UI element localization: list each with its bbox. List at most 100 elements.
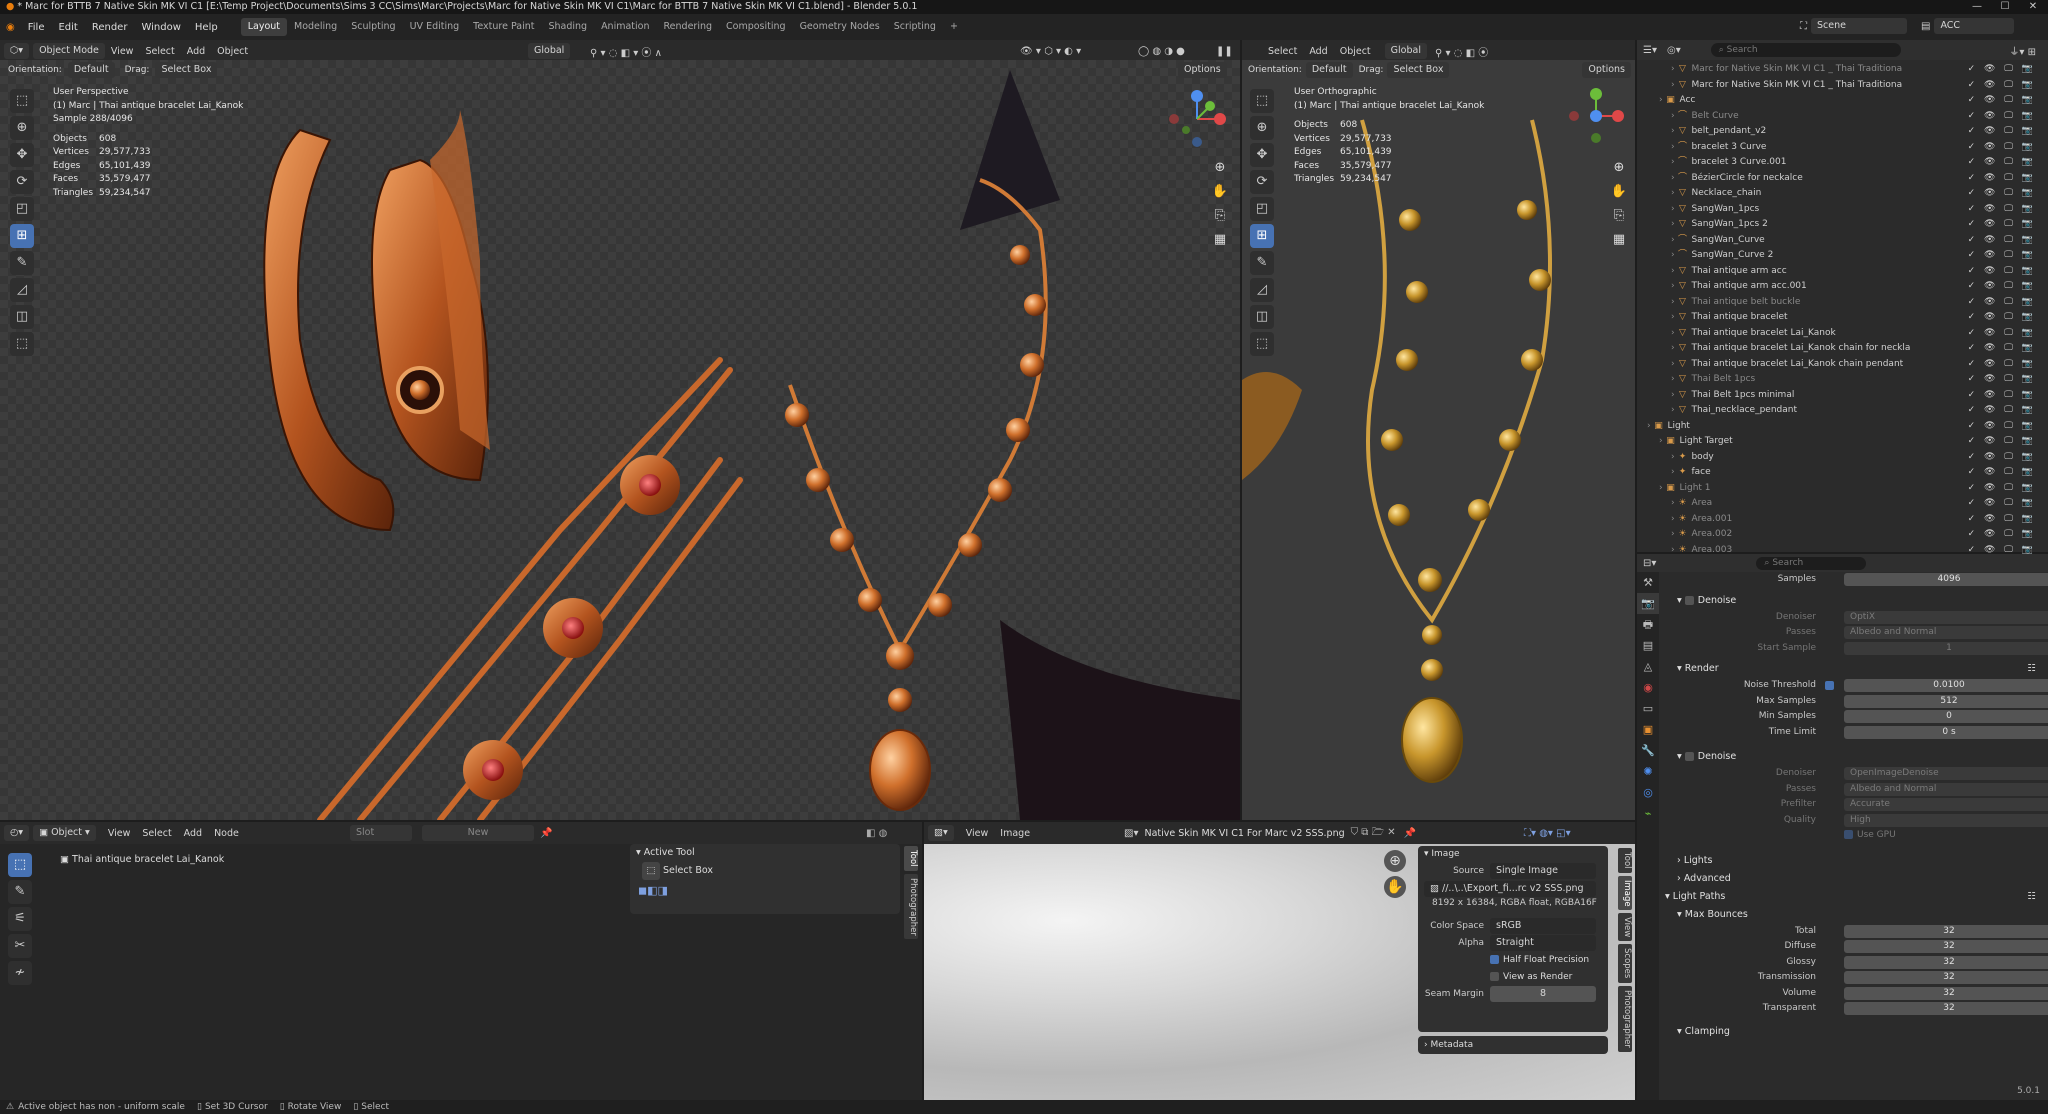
prefilter-dropdown[interactable]: Accurate — [1844, 798, 2048, 811]
visibility-toggles-icon[interactable]: ✓ 👁 🖵 📷 — [1968, 124, 2036, 140]
outliner-row[interactable]: › ▽ Thai antique bracelet Lai_Kanok ✓ 👁 🖵 … — [1637, 326, 2048, 342]
ortho-grid-icon[interactable]: ▦ — [1210, 228, 1230, 252]
slot-dropdown[interactable]: Slot — [350, 825, 412, 841]
light-paths-panel[interactable]: ▾ Light Paths ☷ — [1659, 888, 2048, 906]
workspace-tab-uv-editing[interactable]: UV Editing — [403, 18, 467, 36]
node-menu-node[interactable]: Node — [208, 828, 245, 839]
filepath-field[interactable]: ▨ //..\..\Export_fi...rc v2 SSS.png — [1424, 881, 1596, 897]
node-menu-view[interactable]: View — [102, 828, 137, 839]
visibility-toggles-icon[interactable]: ✓ 👁 🖵 📷 — [1968, 279, 2036, 295]
visibility-toggles-icon[interactable]: ✓ 👁 🖵 📷 — [1968, 78, 2036, 94]
half-float-toggle[interactable]: Half Float Precision — [1490, 955, 1589, 965]
node-menu-add[interactable]: Add — [178, 828, 208, 839]
outliner-row[interactable]: › ▽ Marc for Native Skin MK VI C1 _ Thai … — [1637, 62, 2048, 78]
scale-tool-icon[interactable]: ◰ — [10, 197, 34, 221]
image-tab-view[interactable]: View — [1618, 913, 1632, 942]
scene-tab-icon[interactable]: ◬ — [1637, 656, 1659, 677]
visibility-toggles-icon[interactable]: ✓ 👁 🖵 📷 — [1968, 527, 2036, 543]
advanced-panel[interactable]: › Advanced — [1659, 870, 2048, 888]
denoise-viewport-panel[interactable]: ▾ Denoise — [1659, 592, 2048, 610]
visibility-toggles-icon[interactable]: ✓ 👁 🖵 📷 — [1968, 171, 2036, 187]
cursor-tool-icon[interactable]: ⊕ — [1250, 116, 1274, 140]
denoise-render-checkbox[interactable] — [1684, 752, 1694, 761]
visibility-toggles-icon[interactable]: ✓ 👁 🖵 📷 — [1968, 310, 2036, 326]
visibility-toggles-icon[interactable]: ✓ 👁 🖵 📷 — [1968, 434, 2036, 450]
node-editor-type-icon[interactable]: ◴▾ — [4, 825, 30, 841]
image-menu-view[interactable]: View — [960, 828, 995, 839]
blender-menu-icon[interactable]: ◉ — [0, 22, 21, 33]
measure-tool-icon[interactable]: ◿ — [10, 278, 34, 302]
image-panel-header[interactable]: ▾ Image — [1418, 846, 1608, 862]
image-tab-tool[interactable]: Tool — [1618, 848, 1632, 873]
visibility-toggles-icon[interactable]: ✓ 👁 🖵 📷 — [1968, 481, 2036, 497]
rotate-tool-icon[interactable]: ⟳ — [1250, 170, 1274, 194]
viewport-options-button[interactable]: Options — [1178, 62, 1227, 78]
image-editor-type-icon[interactable]: ▨▾ — [928, 825, 954, 841]
outliner-row[interactable]: › ⌒ BézierCircle for neckalce ✓ 👁 🖵 📷 — [1637, 171, 2048, 187]
pan-hand-icon[interactable]: ✋ — [1609, 180, 1629, 204]
shading-mode-buttons[interactable]: ◯ ◍ ◑ ● — [1138, 46, 1185, 57]
move-tool-icon[interactable]: ✥ — [1250, 143, 1274, 167]
denoise-viewport-checkbox[interactable] — [1684, 595, 1694, 605]
workspace-tab-rendering[interactable]: Rendering — [657, 18, 720, 36]
bounce-field[interactable]: 32 — [1844, 924, 2048, 938]
outliner-search-input[interactable]: ⌕ Search — [1710, 43, 1901, 57]
max-bounces-panel[interactable]: ▾ Max Bounces — [1659, 906, 2048, 924]
outliner-row[interactable]: › ⌒ bracelet 3 Curve ✓ 👁 🖵 📷 — [1637, 140, 2048, 156]
properties-search-input[interactable]: ⌕ Search — [1756, 556, 1867, 570]
outliner-row[interactable]: › ⌒ SangWan_Curve 2 ✓ 👁 🖵 📷 — [1637, 248, 2048, 264]
node-mute-tool-icon[interactable]: ≁ — [8, 961, 32, 985]
visibility-toggles-icon[interactable]: ✓ 👁 🖵 📷 — [1968, 109, 2036, 125]
viewport2-orientation-dropdown[interactable]: Default — [1305, 62, 1353, 78]
outliner-row[interactable]: › ▽ Thai Belt 1pcs minimal ✓ 👁 🖵 📷 — [1637, 388, 2048, 404]
workspace-tab-modeling[interactable]: Modeling — [287, 18, 344, 36]
visibility-toggles-icon[interactable]: ✓ 👁 🖵 📷 — [1968, 388, 2036, 404]
node-tab-tool[interactable]: Tool — [904, 846, 918, 871]
visibility-toggles-icon[interactable]: ✓ 👁 🖵 📷 — [1968, 155, 2036, 171]
node-cut-tool-icon[interactable]: ✂ — [8, 934, 32, 958]
visibility-toggles-icon[interactable]: ✓ 👁 🖵 📷 — [1968, 248, 2036, 264]
scene-selector[interactable]: Scene — [1811, 18, 1907, 34]
transform-tool-icon[interactable]: ⊞ — [1250, 224, 1274, 248]
camera-view-icon[interactable]: ⎘ — [1210, 204, 1230, 228]
scale-tool-icon[interactable]: ◰ — [1250, 197, 1274, 221]
pivot-snap-icons[interactable]: ⚲ ▾ ◌ ◧ ▾ ⦿ ∧ — [590, 44, 662, 59]
render-panel[interactable]: ▾ Render ☷ — [1659, 660, 2048, 678]
node-select-tool-icon[interactable]: ⬚ — [8, 853, 32, 877]
noise-threshold-field[interactable]: 0.0100 — [1844, 679, 2048, 692]
measure-tool-icon[interactable]: ◿ — [1250, 278, 1274, 302]
add-workspace-button[interactable]: + — [943, 18, 965, 36]
visibility-toggles-icon[interactable]: ✓ 👁 🖵 📷 — [1968, 140, 2036, 156]
denoiser-dropdown[interactable]: OptiX — [1844, 610, 2048, 624]
visibility-toggles-icon[interactable]: ✓ 👁 🖵 📷 — [1968, 326, 2036, 342]
outliner-row[interactable]: › ▣ Light Target ✓ 👁 🖵 📷 — [1637, 434, 2048, 450]
collection-tab-icon[interactable]: ▭ — [1637, 698, 1659, 719]
menu-render[interactable]: Render — [85, 22, 135, 33]
outliner-row[interactable]: › ☀ Area ✓ 👁 🖵 📷 — [1637, 496, 2048, 512]
outliner-row[interactable]: › ▣ Acc ✓ 👁 🖵 📷 — [1637, 93, 2048, 109]
visibility-toggles-icon[interactable]: ✓ 👁 🖵 📷 — [1968, 186, 2036, 202]
start-sample-field[interactable]: 1 — [1844, 641, 2048, 655]
outliner-row[interactable]: › ▽ SangWan_1pcs ✓ 👁 🖵 📷 — [1637, 202, 2048, 218]
pan-hand-icon[interactable]: ✋ — [1210, 180, 1230, 204]
visibility-toggles-icon[interactable]: ✓ 👁 🖵 📷 — [1968, 341, 2036, 357]
selection-mode-icons[interactable]: ◼◧◨ — [630, 884, 900, 897]
viewport-right[interactable]: User Orthographic (1) Marc | Thai antiqu… — [1242, 60, 1635, 820]
use-gpu-toggle[interactable]: Use GPU — [1844, 830, 1896, 840]
image-tab-image[interactable]: Image — [1618, 875, 1632, 911]
denoise-render-panel[interactable]: ▾ Denoise — [1659, 748, 2048, 766]
transform-tool-icon[interactable]: ⊞ — [10, 224, 34, 248]
orientation-dropdown[interactable]: Default — [67, 62, 115, 78]
time-limit-field[interactable]: 0 s — [1844, 725, 2048, 739]
view-layer-tab-icon[interactable]: ▤ — [1637, 635, 1659, 656]
menu-help[interactable]: Help — [188, 22, 225, 33]
world-tab-icon[interactable]: ◉ — [1637, 677, 1659, 698]
outliner-row[interactable]: › ▽ Thai Belt 1pcs ✓ 👁 🖵 📷 — [1637, 372, 2048, 388]
colorspace-dropdown[interactable]: sRGB — [1490, 918, 1596, 934]
image-tab-scopes[interactable]: Scopes — [1618, 944, 1632, 983]
clamping-panel[interactable]: ▾ Clamping — [1659, 1023, 2048, 1041]
node-menu-select[interactable]: Select — [136, 828, 177, 839]
image-menu-image[interactable]: Image — [994, 828, 1036, 839]
drag-dropdown[interactable]: Select Box — [155, 62, 218, 78]
viewport2-menu-select[interactable]: Select — [1262, 46, 1303, 57]
